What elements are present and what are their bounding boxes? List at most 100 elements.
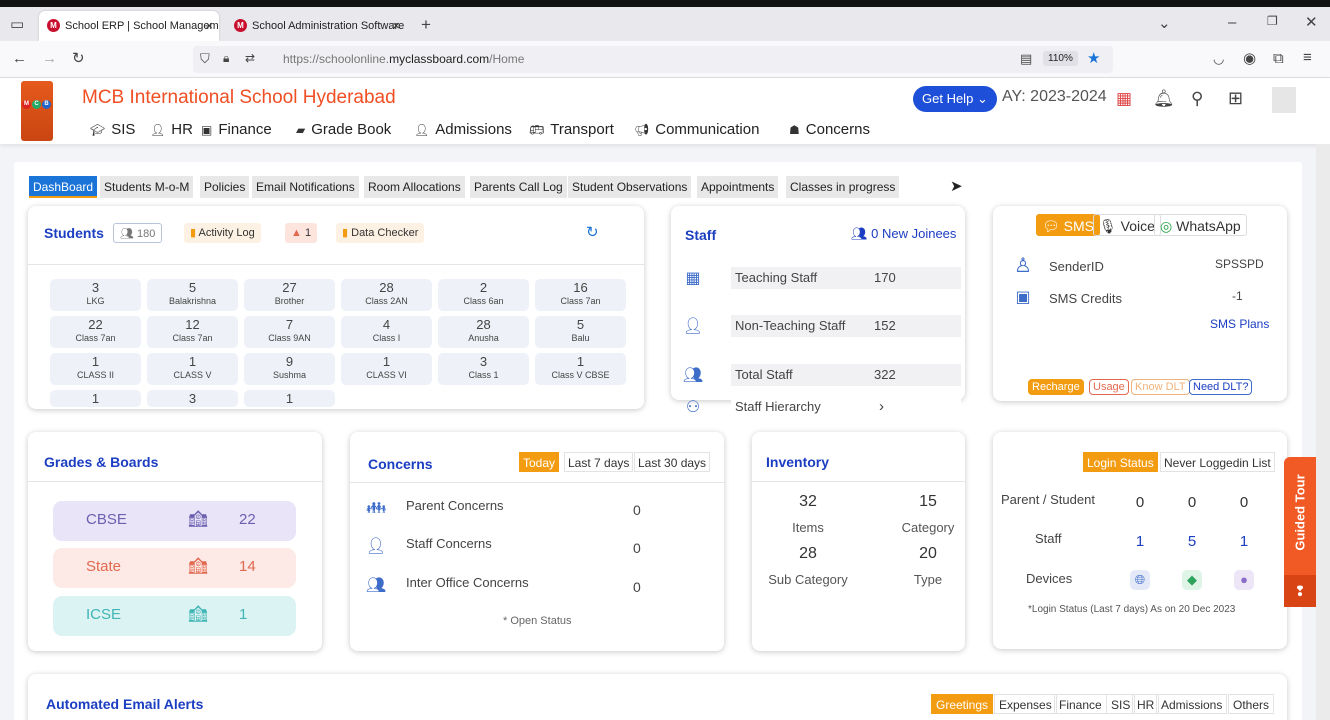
nav-communication[interactable]: 📢︎ Communication <box>634 121 759 138</box>
forward-icon[interactable]: → <box>42 51 57 66</box>
avatar[interactable] <box>1272 87 1296 113</box>
school-logo[interactable]: M C B <box>21 81 53 141</box>
email-tab-admissions[interactable]: Admissions <box>1156 694 1228 714</box>
sms-channel-button[interactable]: 💬︎ SMS <box>1036 214 1101 236</box>
email-tab-sis[interactable]: SIS <box>1106 694 1136 714</box>
inventory-subcategory-label[interactable]: Sub Category <box>758 572 858 587</box>
whatsapp-channel-button[interactable]: ◎ WhatsApp <box>1154 214 1247 236</box>
login-value[interactable]: 0 <box>1130 494 1150 511</box>
need-dlt-button[interactable]: Need DLT? <box>1189 379 1253 395</box>
recharge-button[interactable]: Recharge <box>1028 379 1084 395</box>
menu-icon[interactable]: ≡ <box>1303 50 1312 65</box>
guided-tour-button[interactable]: Guided Tour <box>1284 457 1316 575</box>
nav-grade-book[interactable]: ▰ Grade Book <box>296 121 391 138</box>
browser-tab-erp[interactable]: M School ERP | School Manageme × <box>39 11 219 41</box>
period-last-7-days[interactable]: Last 7 days <box>564 452 634 472</box>
class-count-cell[interactable]: 3 <box>147 390 238 407</box>
nav-concerns[interactable]: ☗ Concerns <box>789 121 870 138</box>
voice-channel-button[interactable]: 🎙︎ Voice <box>1093 214 1161 236</box>
calendar-icon[interactable]: ▦ <box>1116 90 1132 107</box>
inventory-category-label[interactable]: Category <box>878 520 978 535</box>
tab-student-observations[interactable]: Student Observations <box>568 176 692 198</box>
never-loggedin-tab[interactable]: Never Loggedin List <box>1160 452 1275 472</box>
login-value[interactable]: 1 <box>1130 533 1150 550</box>
login-value[interactable]: 1 <box>1234 533 1254 550</box>
tab-appointments[interactable]: Appointments <box>697 176 779 198</box>
nav-finance[interactable]: ▣ Finance <box>201 121 272 138</box>
tab-email-notifications[interactable]: Email Notifications <box>252 176 359 198</box>
class-count-cell[interactable]: 2 Class 6an <box>438 279 529 311</box>
period-today[interactable]: Today <box>519 452 560 472</box>
class-count-cell[interactable]: 12 Class 7an <box>147 316 238 348</box>
class-count-cell[interactable]: 1 CLASS V <box>147 353 238 385</box>
academic-year[interactable]: AY: 2023-2024 <box>1002 88 1107 106</box>
total-staff-row[interactable]: Total Staff 322 <box>731 364 961 386</box>
minimize-icon[interactable]: – <box>1228 15 1236 30</box>
pocket-icon[interactable]: ◡ <box>1213 52 1224 65</box>
login-value[interactable]: 0 <box>1234 494 1254 511</box>
bookmark-star-icon[interactable]: ★ <box>1087 51 1100 66</box>
web-icon[interactable]: 🌐︎ <box>1130 570 1150 590</box>
apps-grid-icon[interactable]: ⊞ <box>1228 89 1243 107</box>
sms-plans-link[interactable]: SMS Plans <box>1210 317 1269 331</box>
inventory-items-label[interactable]: Items <box>758 520 858 535</box>
search-icon[interactable]: ⚲ <box>1191 90 1203 107</box>
class-count-cell[interactable]: 9 Sushma <box>244 353 335 385</box>
android-icon[interactable]: ◆ <box>1182 570 1202 590</box>
bell-icon[interactable]: 🔔︎ <box>1153 90 1175 107</box>
login-value[interactable]: 0 <box>1182 494 1202 511</box>
tab-list-icon[interactable]: ▭ <box>10 17 24 32</box>
new-tab-icon[interactable]: + <box>421 16 431 33</box>
tab-policies[interactable]: Policies <box>200 176 250 198</box>
class-count-cell[interactable]: 3 LKG <box>50 279 141 311</box>
new-joinees-link[interactable]: 👥︎ 0 New Joinees <box>851 226 956 242</box>
tab-parents-call-log[interactable]: Parents Call Log <box>470 176 567 198</box>
period-last-30-days[interactable]: Last 30 days <box>634 452 711 472</box>
nav-transport[interactable]: 🚌︎ Transport <box>529 121 614 138</box>
shield-icon[interactable]: ⛉ <box>200 52 210 65</box>
data-checker-button[interactable]: ▮ Data Checker <box>336 223 425 243</box>
class-count-cell[interactable]: 1 CLASS VI <box>341 353 432 385</box>
reader-view-icon[interactable]: ▤ <box>1020 52 1032 65</box>
close-icon[interactable]: × <box>392 11 400 41</box>
address-bar[interactable]: ⛉ 🔒︎ ⇄ https://schoolonline.myclassboard… <box>193 46 1113 73</box>
staff-hierarchy-row[interactable]: Staff Hierarchy › <box>731 396 961 418</box>
class-count-cell[interactable]: 1 Class V CBSE <box>535 353 626 385</box>
activity-log-button[interactable]: ▮ Activity Log <box>184 223 261 243</box>
nav-sis[interactable]: 🎓︎ SIS <box>90 121 135 138</box>
staff-concerns-label[interactable]: Staff Concerns <box>406 536 492 551</box>
close-icon[interactable]: × <box>205 11 213 41</box>
tab-dashboard[interactable]: DashBoard <box>29 176 98 198</box>
board-cbse[interactable]: CBSE 🏫︎ 22 <box>53 501 296 541</box>
class-count-cell[interactable]: 27 Brother <box>244 279 335 311</box>
class-count-cell[interactable]: 22 Class 7an <box>50 316 141 348</box>
refresh-icon[interactable]: ↻ <box>586 225 599 240</box>
nav-hr[interactable]: 👤︎ HR <box>150 121 193 138</box>
class-count-cell[interactable]: 16 Class 7an <box>535 279 626 311</box>
board-icse[interactable]: ICSE 🏫︎ 1 <box>53 596 296 636</box>
teaching-staff-row[interactable]: Teaching Staff 170 <box>731 267 961 289</box>
url-text[interactable]: https://schoolonline.myclassboard.com/Ho… <box>283 52 524 66</box>
email-tab-finance[interactable]: Finance <box>1054 694 1107 714</box>
email-tab-greetings[interactable]: Greetings <box>931 694 994 714</box>
class-count-cell[interactable]: 1 <box>50 390 141 407</box>
login-status-tab[interactable]: Login Status <box>1083 452 1158 472</box>
non-teaching-staff-row[interactable]: Non-Teaching Staff 152 <box>731 315 961 337</box>
nav-admissions[interactable]: 👤︎ Admissions <box>414 121 512 138</box>
class-count-cell[interactable]: 7 Class 9AN <box>244 316 335 348</box>
usage-button[interactable]: Usage <box>1089 379 1129 395</box>
class-count-cell[interactable]: 3 Class 1 <box>438 353 529 385</box>
class-count-cell[interactable]: 28 Anusha <box>438 316 529 348</box>
login-value[interactable]: 5 <box>1182 533 1202 550</box>
page-scrollbar[interactable] <box>1316 144 1330 720</box>
know-dlt-button[interactable]: Know DLT <box>1131 379 1190 395</box>
class-count-cell[interactable]: 1 CLASS II <box>50 353 141 385</box>
back-icon[interactable]: ← <box>12 51 27 66</box>
class-count-cell[interactable]: 5 Balakrishna <box>147 279 238 311</box>
lock-icon[interactable]: 🔒︎ <box>223 52 229 64</box>
class-count-cell[interactable]: 5 Balu <box>535 316 626 348</box>
class-count-cell[interactable]: 28 Class 2AN <box>341 279 432 311</box>
alert-count-badge[interactable]: ▲ 1 <box>285 223 318 243</box>
get-help-button[interactable]: Get Help ⌄ <box>913 86 997 112</box>
class-count-cell[interactable]: 4 Class I <box>341 316 432 348</box>
